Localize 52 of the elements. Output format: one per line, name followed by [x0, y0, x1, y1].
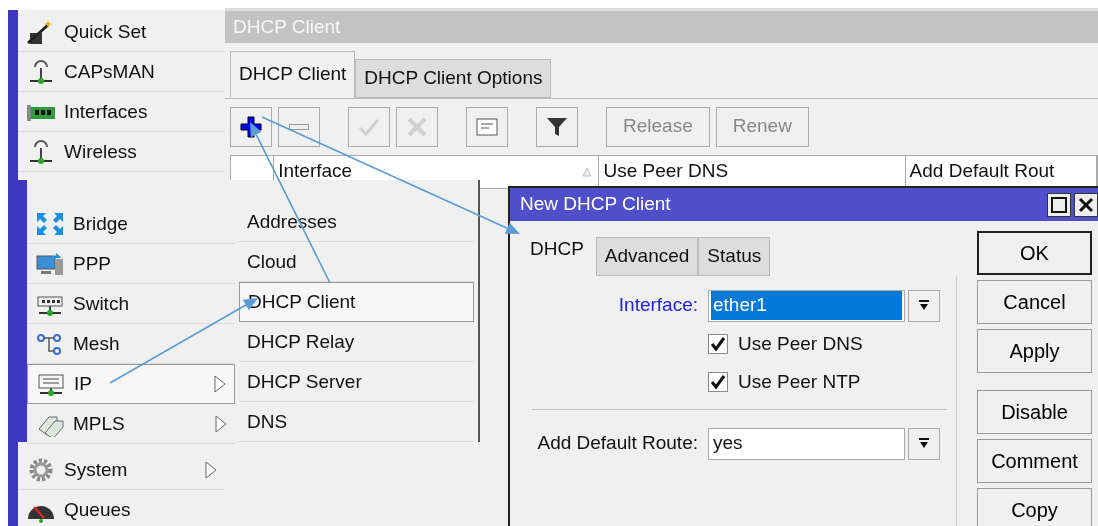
select-field[interactable]: yes	[708, 427, 905, 460]
remove-icon	[289, 123, 309, 130]
ip-device-icon	[36, 371, 66, 397]
toolbar-button[interactable]	[230, 106, 272, 147]
submenu-arrow-icon	[215, 415, 227, 433]
checkbox[interactable]	[708, 333, 728, 354]
dialog-button[interactable]: Cancel	[977, 280, 1092, 324]
sort-icon	[582, 166, 593, 177]
menu-item[interactable]: Interfaces	[18, 92, 225, 132]
menu-item[interactable]: Quick Set	[18, 12, 225, 52]
menu-item[interactable]: PPP	[27, 244, 235, 284]
dialog-button[interactable]: OK	[977, 231, 1092, 275]
checkmark-icon	[709, 373, 727, 392]
add-icon	[239, 114, 263, 139]
menu-item[interactable]: MPLS	[27, 404, 235, 444]
checkbox-label: Use Peer DNS	[738, 331, 863, 356]
checkmark-icon	[709, 334, 727, 353]
menu-item[interactable]: DNS	[239, 402, 474, 442]
bridge-icon	[35, 211, 65, 237]
menu-item[interactable]: Queues	[18, 490, 225, 526]
menu-item[interactable]: IP	[27, 364, 235, 404]
menu-item[interactable]: Wireless	[18, 132, 225, 172]
dialog-button[interactable]: Apply	[977, 329, 1092, 373]
tab[interactable]: Status	[698, 237, 771, 276]
tab[interactable]: Advanced	[595, 237, 699, 276]
dropdown-button[interactable]	[908, 427, 940, 460]
dialog-title: New DHCP Client	[520, 192, 671, 217]
menu-item[interactable]: System	[18, 450, 225, 490]
dialog-button[interactable]: Copy	[977, 488, 1092, 526]
select-field[interactable]: ether1	[708, 289, 905, 322]
submenu-arrow-icon	[205, 461, 217, 479]
menu-item[interactable]: CAPsMAN	[18, 52, 225, 92]
menu-item[interactable]: Bridge	[27, 204, 235, 244]
field-label: Add Default Route:	[536, 431, 698, 456]
close-button[interactable]	[1074, 192, 1098, 217]
close-icon	[1078, 196, 1094, 213]
dialog-button[interactable]: Comment	[977, 439, 1092, 483]
submenu-arrow-icon	[214, 375, 226, 393]
checkbox[interactable]	[708, 372, 728, 393]
maximize-button[interactable]	[1047, 192, 1071, 217]
dropdown-button[interactable]	[908, 289, 940, 322]
menu-item[interactable]: DHCP Server	[239, 362, 474, 402]
toolbar-button[interactable]	[536, 106, 578, 147]
computer-icon	[35, 251, 65, 277]
maximize-icon	[1051, 196, 1067, 213]
field-label: Interface:	[617, 293, 698, 318]
tab[interactable]: DHCP Client	[230, 51, 356, 98]
checkbox-label: Use Peer NTP	[738, 370, 861, 394]
dialog-button[interactable]: Disable	[977, 390, 1092, 434]
menu-item[interactable]: Switch	[27, 284, 235, 324]
menu-item[interactable]: DHCP Relay	[239, 322, 474, 362]
tab[interactable]: DHCP Client Options	[355, 59, 552, 98]
